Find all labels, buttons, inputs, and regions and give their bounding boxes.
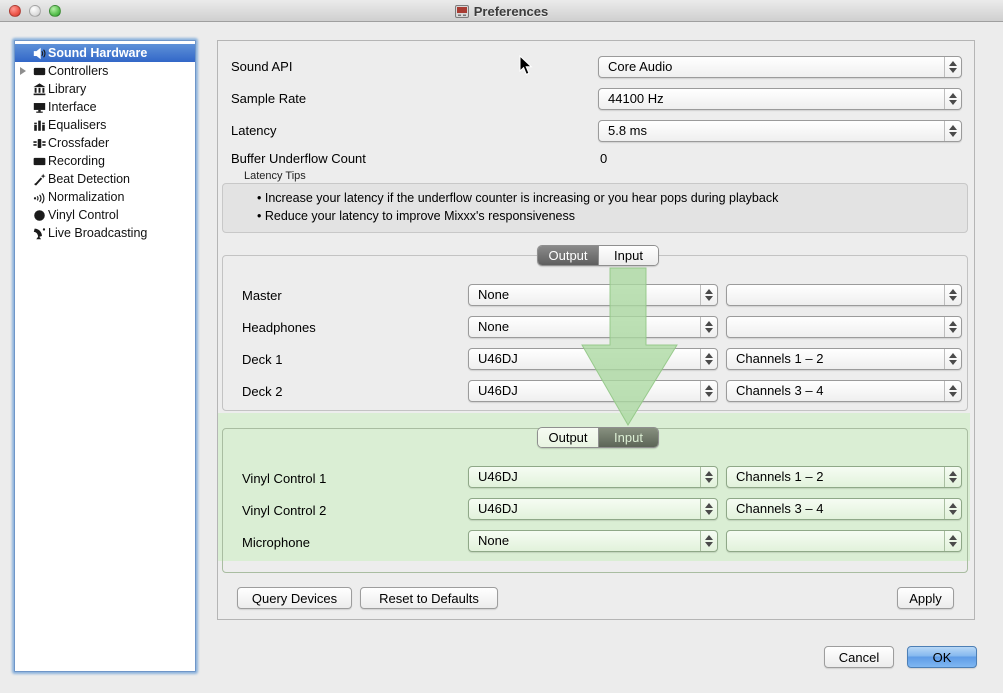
sound-waves-icon: [31, 191, 48, 204]
sidebar-item-sound-hardware[interactable]: Sound Hardware: [15, 44, 195, 62]
deck2-device-dropdown[interactable]: U46DJ: [468, 380, 718, 402]
ok-button[interactable]: OK: [907, 646, 977, 668]
stepper-icon: [944, 381, 961, 401]
sound-api-dropdown[interactable]: Core Audio: [598, 56, 962, 78]
stepper-icon: [944, 467, 961, 487]
headphones-label: Headphones: [242, 320, 316, 335]
sidebar-item-label: Live Broadcasting: [48, 226, 147, 240]
sidebar-item-label: Beat Detection: [48, 172, 130, 186]
stepper-icon: [700, 349, 717, 369]
deck1-channels-dropdown[interactable]: Channels 1 – 2: [726, 348, 962, 370]
master-label: Master: [242, 288, 282, 303]
sidebar-item-controllers[interactable]: Controllers: [15, 62, 195, 80]
equalizer-icon: [31, 119, 48, 132]
crossfader-icon: [31, 137, 48, 150]
stepper-icon: [700, 285, 717, 305]
sidebar-item-equalisers[interactable]: Equalisers: [15, 116, 195, 134]
vinyl-icon: [31, 209, 48, 222]
stepper-icon: [944, 317, 961, 337]
sound-api-label: Sound API: [231, 59, 292, 74]
sidebar-item-interface[interactable]: Interface: [15, 98, 195, 116]
window-title: Preferences: [474, 4, 548, 19]
latency-label: Latency: [231, 123, 277, 138]
buffer-underflow-label: Buffer Underflow Count: [231, 151, 366, 166]
sidebar-item-label: Recording: [48, 154, 105, 168]
monitor-icon: [31, 101, 48, 114]
satellite-icon: [31, 227, 48, 240]
microphone-channels-dropdown[interactable]: [726, 530, 962, 552]
sidebar-item-label: Sound Hardware: [48, 46, 147, 60]
sidebar-item-label: Controllers: [48, 64, 108, 78]
apply-button[interactable]: Apply: [897, 587, 954, 609]
disclosure-triangle-icon[interactable]: [15, 67, 31, 75]
stepper-icon: [944, 57, 961, 77]
vinyl-control-1-device-dropdown[interactable]: U46DJ: [468, 466, 718, 488]
stepper-icon: [944, 499, 961, 519]
controller-icon: [31, 65, 48, 78]
speaker-icon: [31, 47, 48, 60]
headphones-device-dropdown[interactable]: None: [468, 316, 718, 338]
preferences-window: Preferences Sound Hardware Controllers L…: [0, 0, 1003, 693]
microphone-label: Microphone: [242, 535, 310, 550]
sidebar-item-recording[interactable]: Recording: [15, 152, 195, 170]
stepper-icon: [944, 285, 961, 305]
cassette-icon: [31, 155, 48, 168]
tab-input[interactable]: Input: [598, 246, 658, 265]
deck1-label: Deck 1: [242, 352, 282, 367]
stepper-icon: [944, 121, 961, 141]
sample-rate-dropdown[interactable]: 44100 Hz: [598, 88, 962, 110]
wand-icon: [31, 173, 48, 186]
sidebar-item-beat-detection[interactable]: Beat Detection: [15, 170, 195, 188]
preferences-icon: [455, 5, 469, 18]
sidebar-item-vinyl-control[interactable]: Vinyl Control: [15, 206, 195, 224]
output-section-tabset: Output Input: [537, 245, 659, 266]
stepper-icon: [944, 349, 961, 369]
stepper-icon: [700, 531, 717, 551]
cancel-button[interactable]: Cancel: [824, 646, 894, 668]
tab-input[interactable]: Input: [598, 428, 658, 447]
microphone-device-dropdown[interactable]: None: [468, 530, 718, 552]
vinyl-control-1-channels-dropdown[interactable]: Channels 1 – 2: [726, 466, 962, 488]
deck1-device-dropdown[interactable]: U46DJ: [468, 348, 718, 370]
vinyl-control-2-channels-dropdown[interactable]: Channels 3 – 4: [726, 498, 962, 520]
sidebar-item-label: Crossfader: [48, 136, 109, 150]
sidebar-item-normalization[interactable]: Normalization: [15, 188, 195, 206]
latency-dropdown[interactable]: 5.8 ms: [598, 120, 962, 142]
sidebar-item-label: Equalisers: [48, 118, 106, 132]
query-devices-button[interactable]: Query Devices: [237, 587, 352, 609]
reset-to-defaults-button[interactable]: Reset to Defaults: [360, 587, 498, 609]
vinyl-control-2-device-dropdown[interactable]: U46DJ: [468, 498, 718, 520]
stepper-icon: [700, 381, 717, 401]
latency-tips-title: Latency Tips: [244, 170, 306, 182]
vinyl-control-1-label: Vinyl Control 1: [242, 471, 326, 486]
stepper-icon: [944, 531, 961, 551]
input-section-tabset: Output Input: [537, 427, 659, 448]
vinyl-control-2-label: Vinyl Control 2: [242, 503, 326, 518]
stepper-icon: [700, 317, 717, 337]
preferences-sidebar: Sound Hardware Controllers Library Inter…: [14, 40, 196, 672]
latency-tip-1: • Increase your latency if the underflow…: [257, 191, 778, 205]
sidebar-item-label: Interface: [48, 100, 97, 114]
stepper-icon: [944, 89, 961, 109]
tab-output[interactable]: Output: [538, 428, 598, 447]
stepper-icon: [700, 499, 717, 519]
master-device-dropdown[interactable]: None: [468, 284, 718, 306]
buffer-underflow-value: 0: [600, 151, 607, 166]
stepper-icon: [700, 467, 717, 487]
master-channels-dropdown[interactable]: [726, 284, 962, 306]
sidebar-item-library[interactable]: Library: [15, 80, 195, 98]
sidebar-item-live-broadcasting[interactable]: Live Broadcasting: [15, 224, 195, 242]
sidebar-item-label: Vinyl Control: [48, 208, 119, 222]
latency-tip-2: • Reduce your latency to improve Mixxx's…: [257, 209, 575, 223]
headphones-channels-dropdown[interactable]: [726, 316, 962, 338]
title-bar: Preferences: [0, 0, 1003, 22]
tab-output[interactable]: Output: [538, 246, 598, 265]
sample-rate-label: Sample Rate: [231, 91, 306, 106]
deck2-label: Deck 2: [242, 384, 282, 399]
sidebar-item-label: Normalization: [48, 190, 124, 204]
library-icon: [31, 83, 48, 96]
sidebar-item-label: Library: [48, 82, 86, 96]
deck2-channels-dropdown[interactable]: Channels 3 – 4: [726, 380, 962, 402]
sidebar-item-crossfader[interactable]: Crossfader: [15, 134, 195, 152]
